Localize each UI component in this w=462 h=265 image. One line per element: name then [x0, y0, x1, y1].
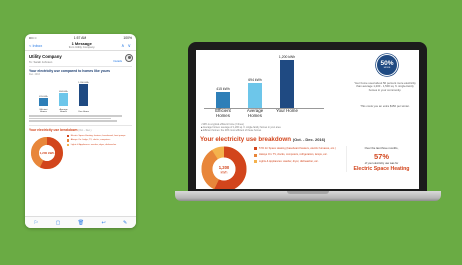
bar-value: 1,200 kWh — [78, 81, 89, 84]
legend-item: 57% for Space Heating (baseboard heaters… — [254, 147, 340, 151]
bar-0 — [216, 92, 230, 108]
comparison-date: Dec. 2016 — [29, 73, 40, 77]
comparison-notes: • 90% is a typical efficient home (3 lin… — [201, 123, 346, 132]
donut-chart: 1,200 kWh — [201, 146, 247, 189]
percent-value: 50% — [380, 60, 394, 67]
bar-2 — [280, 60, 294, 108]
laptop-screen: 415 kWh Efficient Homes 694 kWh Average Hom… — [196, 50, 419, 189]
breakdown-date: (Oct. - Dec. 2016) — [292, 137, 326, 142]
breakdown-donut-area: 1,200 kWh Electric Space Heating: heater… — [29, 134, 132, 174]
legend-item: Lights & Appliances: washer, dryer, dish… — [67, 144, 129, 146]
legend-swatch — [67, 143, 70, 146]
avatar-icon[interactable] — [125, 54, 133, 62]
legend-swatch — [67, 134, 70, 138]
legend-item: Electric Space Heating: heaters, baseboa… — [67, 134, 129, 138]
legend-text: Lights & Appliances: washer, dryer, dish… — [70, 143, 117, 146]
cost-message: This costs you an extra $150 per winter. — [360, 104, 410, 108]
bar-0 — [39, 98, 48, 107]
summary-mid: of your electricity use was for — [364, 162, 399, 165]
laptop-base-notch — [287, 191, 329, 194]
nav-title-sub: from Utility Company — [68, 45, 95, 50]
signal-indicator: •••○○ — [29, 35, 37, 40]
details-link[interactable]: Details — [113, 59, 122, 63]
legend-swatch — [254, 159, 257, 163]
bar-2 — [79, 84, 88, 107]
comparison-notes — [29, 115, 132, 122]
mail-toolbar: ⚐ ▢ 🗑 ↩ ✎ — [25, 216, 136, 228]
breakdown-section: Your electricity use breakdown (Oct. - D… — [196, 136, 419, 189]
legend-text: Electric Space Heating: heaters, baseboa… — [70, 134, 126, 137]
donut-chart: 1,200 kWh — [31, 136, 63, 169]
summary-category: Electric Space Heating — [353, 166, 410, 172]
breakdown-legend: Electric Space Heating: heaters, baseboa… — [67, 135, 129, 148]
legend-swatch — [67, 139, 70, 142]
breakdown-card: Your electricity use breakdown (Oct. - D… — [29, 124, 132, 174]
bar-value: 415 kWh — [216, 87, 230, 92]
legend-swatch — [254, 153, 257, 157]
phone-mockup: •••○○ 1:57 AM 100% < Inbox 1 Message fro… — [25, 34, 136, 228]
breakdown-title: Your electricity use breakdown — [200, 136, 292, 143]
comparison-message: Your home used about 50 percent more ele… — [354, 81, 416, 92]
bar-label: Your Home — [78, 110, 89, 113]
bar-label: Efficient Homes — [215, 108, 231, 118]
percent-caption: MORE — [383, 67, 391, 69]
bar-label: Average Homes — [246, 108, 264, 118]
note-line — [29, 120, 117, 122]
summary-percent: 57% — [373, 152, 389, 161]
legend-item: Lights & Appliances: washer, dryer, dish… — [254, 160, 340, 163]
bar-value: 415 kWh — [39, 95, 48, 98]
bar-label: Your Home — [276, 108, 298, 113]
breakdown-heading: Your electricity use breakdown (Oct. - D… — [29, 128, 132, 132]
heating-summary: Over the last three months, 57% of your … — [346, 146, 416, 172]
folder-icon[interactable]: ▢ — [56, 220, 61, 226]
summary-intro: Over the last three months, — [364, 146, 399, 150]
donut-center-value: 1,200 — [219, 165, 230, 170]
breakdown-title: Your electricity use breakdown — [29, 127, 78, 132]
bar-value: 1,200 kWh — [278, 55, 296, 59]
bar-value: 694 kWh — [248, 77, 262, 82]
breakdown-date: (Oct. - Dec.) — [78, 128, 92, 132]
status-bar: •••○○ 1:57 AM 100% — [25, 34, 136, 41]
sender-header: Utility Company To: Sarah Johnson Detail… — [25, 51, 136, 66]
note-line — [29, 117, 112, 120]
bar-1 — [248, 82, 262, 108]
legend-item: Always On: TV, clocks, computers, refrig… — [254, 153, 340, 157]
prev-next-message-arrows[interactable]: ∧ ∨ — [121, 43, 132, 49]
comparison-card: Your electricity use compared to homes l… — [29, 66, 132, 122]
bar-value: 694 kWh — [59, 90, 68, 93]
breakdown-heading: Your electricity use breakdown (Oct. - D… — [200, 136, 325, 143]
comparison-bar-chart: 415 kWh Efficient Homes 694 kWh Average Hom… — [196, 50, 346, 120]
legend-item: Always On: fridge, TV, clocks, computers — [67, 139, 129, 142]
reply-icon[interactable]: ↩ — [101, 220, 105, 226]
bar-1 — [59, 93, 68, 107]
note-line: ■ Efficient homes: the 20% most efficien… — [201, 129, 262, 132]
legend-swatch — [254, 147, 257, 151]
legend-text: Lights & Appliances: washer, dryer, dish… — [259, 159, 319, 163]
mail-nav-bar: < Inbox 1 Message from Utility Company ∧… — [25, 41, 136, 51]
comparison-section: 415 kWh Efficient Homes 694 kWh Average Hom… — [196, 50, 419, 132]
flag-icon[interactable]: ⚐ — [34, 220, 38, 226]
legend-text: Always On: TV, clocks, computers, refrig… — [259, 153, 328, 157]
laptop-mockup: 415 kWh Efficient Homes 694 kWh Average Hom… — [188, 42, 427, 191]
bar-label: Average Homes — [59, 108, 68, 113]
comparison-bar-chart: 415 kWh Efficient Homes 694 kWh Average Hom… — [29, 78, 132, 114]
battery-level: 100% — [123, 35, 132, 40]
donut-center-unit: kWh — [221, 171, 228, 175]
trash-icon[interactable]: 🗑 — [78, 220, 84, 226]
legend-text: Always On: fridge, TV, clocks, computers — [70, 139, 111, 142]
laptop-base — [175, 191, 441, 201]
bar-label: Efficient Homes — [39, 108, 48, 113]
note-line — [29, 115, 122, 117]
percent-more-badge: 50% MORE — [376, 54, 398, 76]
donut-center-label: 1,200 kWh — [40, 151, 55, 155]
back-to-inbox-button[interactable]: < Inbox — [29, 43, 42, 48]
nav-title: 1 Message from Utility Company — [69, 42, 95, 49]
legend-text: 57% for Space Heating (baseboard heaters… — [259, 147, 336, 150]
compose-icon[interactable]: ✎ — [123, 220, 127, 226]
breakdown-legend: 57% for Space Heating (baseboard heaters… — [254, 147, 340, 166]
status-time: 1:57 AM — [73, 35, 87, 40]
